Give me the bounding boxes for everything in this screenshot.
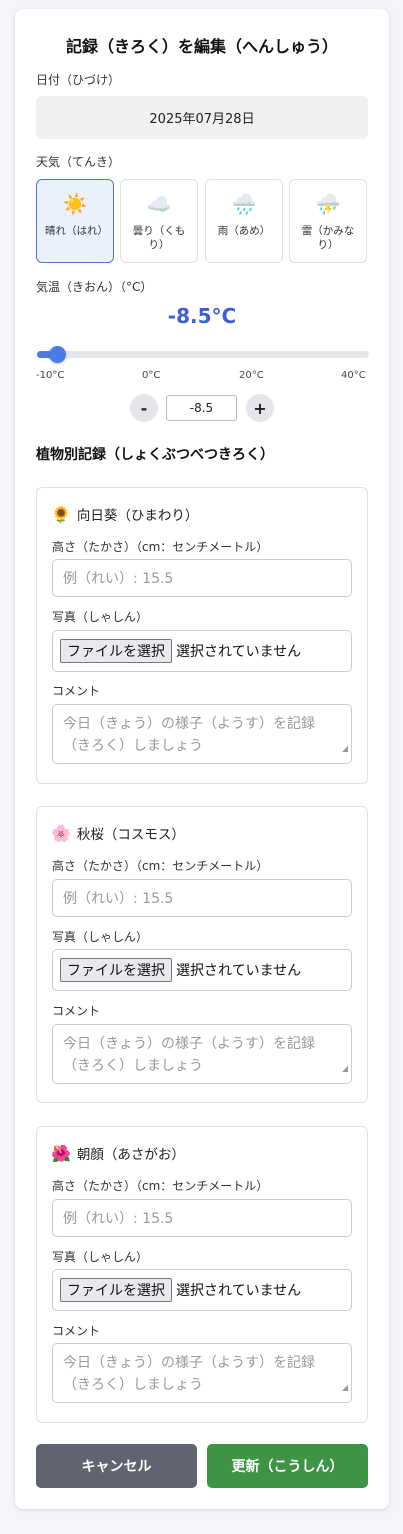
cosmos-icon: 🌸 (51, 823, 71, 843)
weather-option-label: 雨（あめ） (217, 225, 271, 237)
plants-section-title: 植物別記録（しょくぶつべつきろく） (36, 447, 274, 463)
weather-option-cloudy[interactable]: ☁️ 曇り（くもり） (120, 179, 198, 263)
temperature-label: 気温（きおん）（°C） (36, 280, 153, 294)
height-input[interactable]: 例（れい）: 15.5 (52, 1199, 352, 1237)
page-title: 記録（きろく）を編集（へんしゅう） (65, 37, 338, 56)
increment-button[interactable]: + (246, 394, 274, 422)
weather-option-thunder[interactable]: ⛈️ 雷（かみなり） (289, 179, 367, 263)
weather-label: 天気（てんき） (36, 155, 121, 169)
file-status: 選択されていません (176, 644, 302, 660)
weather-option-label: 曇り（くもり） (132, 225, 186, 251)
resize-handle-icon[interactable]: ◢ (342, 738, 348, 760)
plant-name-text: 秋桜（コスモス） (76, 827, 185, 843)
choose-file-button[interactable]: ファイルを選択 (60, 639, 172, 663)
choose-file-button[interactable]: ファイルを選択 (60, 1278, 172, 1302)
weather-option-sunny[interactable]: ☀️ 晴れ（はれ） (36, 179, 114, 263)
comment-label: コメント (52, 1004, 101, 1018)
photo-label: 写真（しゃしん） (52, 930, 149, 944)
height-label: 高さ（たかさ）（cm：センチメートル） (52, 1179, 269, 1193)
plant-name: 🌻 向日葵（ひまわり） (51, 504, 199, 525)
comment-placeholder: 今日（きょう）の様子（ようす）を記録（きろく）しましょう (63, 1036, 315, 1074)
comment-placeholder: 今日（きょう）の様子（ようす）を記録（きろく）しましょう (63, 716, 315, 754)
weather-option-label: 雷（かみなり） (301, 225, 355, 251)
comment-label: コメント (52, 1324, 101, 1338)
comment-textarea[interactable]: 今日（きょう）の様子（ようす）を記録（きろく）しましょう ◢ (52, 1343, 352, 1403)
cancel-button[interactable]: キャンセル (36, 1444, 197, 1488)
plant-name: 🌺 朝顔（あさがお） (51, 1143, 185, 1164)
plant-name-text: 向日葵（ひまわり） (76, 508, 199, 524)
sunflower-icon: 🌻 (51, 504, 71, 524)
edit-record-card: 記録（きろく）を編集（へんしゅう） 日付（ひづけ） 2025年07月28日 天気… (15, 9, 389, 1509)
slider-tick-label: -10°C (36, 370, 65, 381)
resize-handle-icon[interactable]: ◢ (342, 1377, 348, 1399)
photo-file-input[interactable]: ファイルを選択 選択されていません (52, 1269, 352, 1311)
temperature-slider-track[interactable] (37, 351, 369, 358)
height-input[interactable]: 例（れい）: 15.5 (52, 559, 352, 597)
plant-card-sunflower: 🌻 向日葵（ひまわり） 高さ（たかさ）（cm：センチメートル） 例（れい）: 1… (36, 487, 368, 784)
height-label: 高さ（たかさ）（cm：センチメートル） (52, 540, 269, 554)
comment-placeholder: 今日（きょう）の様子（ようす）を記録（きろく）しましょう (63, 1355, 315, 1393)
resize-handle-icon[interactable]: ◢ (342, 1058, 348, 1080)
photo-label: 写真（しゃしん） (52, 610, 149, 624)
thunder-icon: ⛈️ (315, 192, 341, 216)
date-field[interactable]: 2025年07月28日 (36, 96, 368, 139)
temperature-slider-thumb[interactable] (48, 346, 66, 363)
plant-name-text: 朝顔（あさがお） (76, 1147, 185, 1163)
file-status: 選択されていません (176, 1283, 302, 1299)
plant-card-cosmos: 🌸 秋桜（コスモス） 高さ（たかさ）（cm：センチメートル） 例（れい）: 15… (36, 806, 368, 1103)
temperature-input[interactable]: -8.5 (166, 395, 237, 421)
plant-name: 🌸 秋桜（コスモス） (51, 823, 185, 844)
photo-file-input[interactable]: ファイルを選択 選択されていません (52, 949, 352, 991)
comment-label: コメント (52, 684, 101, 698)
height-label: 高さ（たかさ）（cm：センチメートル） (52, 859, 269, 873)
decrement-button[interactable]: - (130, 394, 158, 422)
temperature-display: -8.5°C (167, 304, 237, 328)
rain-icon: 🌧️ (231, 192, 257, 216)
update-button[interactable]: 更新（こうしん） (207, 1444, 368, 1488)
cloud-icon: ☁️ (146, 192, 172, 216)
height-input[interactable]: 例（れい）: 15.5 (52, 879, 352, 917)
choose-file-button[interactable]: ファイルを選択 (60, 958, 172, 982)
sun-icon: ☀️ (62, 192, 88, 216)
file-status: 選択されていません (176, 963, 302, 979)
plant-card-morning-glory: 🌺 朝顔（あさがお） 高さ（たかさ）（cm：センチメートル） 例（れい）: 15… (36, 1126, 368, 1423)
photo-file-input[interactable]: ファイルを選択 選択されていません (52, 630, 352, 672)
weather-option-rainy[interactable]: 🌧️ 雨（あめ） (205, 179, 283, 263)
photo-label: 写真（しゃしん） (52, 1250, 149, 1264)
weather-option-label: 晴れ（はれ） (45, 225, 108, 237)
morning-glory-icon: 🌺 (51, 1143, 71, 1163)
slider-tick-label: 40°C (341, 370, 366, 381)
comment-textarea[interactable]: 今日（きょう）の様子（ようす）を記録（きろく）しましょう ◢ (52, 1024, 352, 1084)
comment-textarea[interactable]: 今日（きょう）の様子（ようす）を記録（きろく）しましょう ◢ (52, 704, 352, 764)
slider-tick-label: 0°C (142, 370, 161, 381)
slider-tick-label: 20°C (239, 370, 264, 381)
date-label: 日付（ひづけ） (36, 73, 121, 87)
